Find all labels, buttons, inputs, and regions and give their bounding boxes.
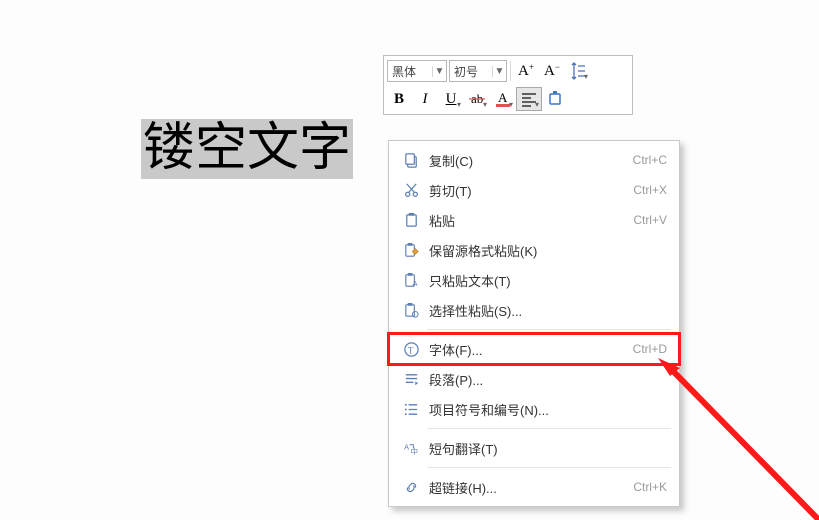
menu-divider — [427, 329, 671, 330]
strikethrough-button[interactable]: ab — [464, 87, 490, 111]
font-name-combo[interactable]: 黑体 ▼ — [387, 60, 447, 82]
menu-shortcut: Ctrl+C — [633, 153, 667, 167]
font-color-button[interactable]: A — [490, 87, 516, 111]
font-color-icon: A — [494, 90, 512, 108]
menu-bullets-numbering[interactable]: 项目符号和编号(N)... — [389, 394, 679, 424]
menu-shortcut: Ctrl+D — [633, 342, 667, 356]
menu-label: 剪切(T) — [423, 181, 633, 200]
menu-divider — [427, 467, 671, 468]
chevron-down-icon: ▼ — [492, 66, 506, 77]
paste-special-icon — [399, 302, 423, 319]
menu-cut[interactable]: 剪切(T) Ctrl+X — [389, 175, 679, 205]
list-icon — [399, 401, 423, 418]
paste-keep-format-icon — [399, 242, 423, 259]
menu-paste[interactable]: 粘贴 Ctrl+V — [389, 205, 679, 235]
menu-copy[interactable]: 复制(C) Ctrl+C — [389, 145, 679, 175]
svg-text:T: T — [407, 346, 413, 356]
bold-button[interactable]: B — [386, 87, 412, 111]
paragraph-icon — [399, 371, 423, 388]
italic-button[interactable]: I — [412, 87, 438, 111]
line-spacing-icon — [569, 62, 587, 80]
paste-text-icon: A — [399, 272, 423, 289]
document-selected-text[interactable]: 镂空文字 — [141, 119, 353, 179]
menu-divider — [427, 428, 671, 429]
menu-font[interactable]: T 字体(F)... Ctrl+D — [389, 334, 679, 364]
font-name-value: 黑体 — [388, 63, 432, 80]
highlight-button[interactable] — [542, 87, 568, 111]
mini-toolbar: 黑体 ▼ 初号 ▼ A+ A− B I U ab — [383, 55, 633, 115]
menu-label: 保留源格式粘贴(K) — [423, 241, 667, 260]
svg-text:A: A — [498, 90, 508, 105]
increase-font-button[interactable]: A+ — [513, 59, 539, 83]
align-left-icon — [520, 90, 538, 108]
font-size-combo[interactable]: 初号 ▼ — [449, 60, 507, 82]
chevron-down-icon: ▼ — [432, 66, 446, 77]
menu-shortcut: Ctrl+X — [633, 183, 667, 197]
cut-icon — [399, 182, 423, 199]
menu-label: 选择性粘贴(S)... — [423, 301, 667, 320]
copy-icon — [399, 152, 423, 169]
menu-shortcut: Ctrl+K — [633, 480, 667, 494]
svg-text:A: A — [412, 279, 418, 288]
link-icon — [399, 479, 423, 496]
font-size-value: 初号 — [450, 63, 492, 80]
menu-paste-keep-format[interactable]: 保留源格式粘贴(K) — [389, 235, 679, 265]
menu-label: 粘贴 — [423, 211, 633, 230]
menu-label: 短句翻译(T) — [423, 439, 667, 458]
menu-shortcut: Ctrl+V — [633, 213, 667, 227]
menu-label: 复制(C) — [423, 151, 633, 170]
menu-paragraph[interactable]: 段落(P)... — [389, 364, 679, 394]
menu-label: 段落(P)... — [423, 370, 667, 389]
strikethrough-icon: ab — [468, 90, 486, 108]
svg-text:中: 中 — [410, 446, 418, 456]
translate-icon: A中 — [399, 440, 423, 457]
decrease-font-button[interactable]: A− — [539, 59, 565, 83]
menu-paste-special[interactable]: 选择性粘贴(S)... — [389, 295, 679, 325]
menu-translate[interactable]: A中 短句翻译(T) — [389, 433, 679, 463]
font-icon: T — [399, 341, 423, 358]
svg-text:A: A — [403, 442, 409, 451]
menu-label: 字体(F)... — [423, 340, 633, 359]
underline-button[interactable]: U — [438, 87, 464, 111]
line-spacing-button[interactable] — [565, 59, 591, 83]
paste-icon — [399, 212, 423, 229]
align-button[interactable] — [516, 87, 542, 111]
menu-label: 只粘贴文本(T) — [423, 271, 667, 290]
context-menu: 复制(C) Ctrl+C 剪切(T) Ctrl+X 粘贴 Ctrl+V 保留源格… — [388, 140, 680, 507]
highlight-icon — [546, 90, 564, 108]
menu-hyperlink[interactable]: 超链接(H)... Ctrl+K — [389, 472, 679, 502]
menu-label: 项目符号和编号(N)... — [423, 400, 667, 419]
menu-paste-text-only[interactable]: A 只粘贴文本(T) — [389, 265, 679, 295]
menu-label: 超链接(H)... — [423, 478, 633, 497]
